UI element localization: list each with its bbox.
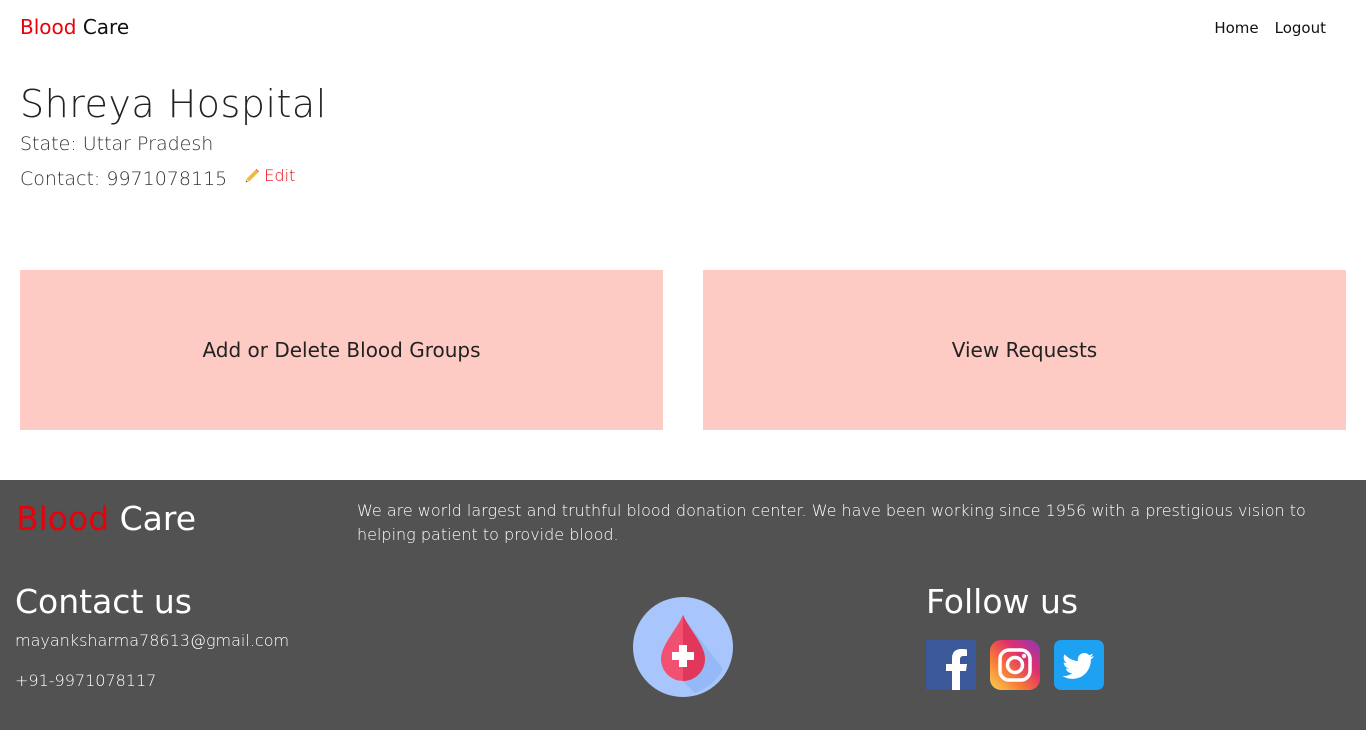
footer-brand-blood: Blood: [16, 499, 110, 538]
edit-link[interactable]: Edit: [243, 160, 295, 192]
edit-label: Edit: [264, 166, 296, 185]
footer-description: We are world largest and truthful blood …: [357, 501, 1306, 544]
contact-info-row: Contact: 9971078115 Edit: [20, 160, 327, 195]
nav-links: Home Logout: [1214, 19, 1326, 37]
hospital-profile: Shreya Hospital State: Uttar Pradesh Con…: [20, 80, 327, 195]
contact-email[interactable]: mayanksharma78613@gmail.com: [15, 631, 289, 650]
footer: Blood Care We are world largest and trut…: [0, 480, 1366, 730]
facebook-icon[interactable]: [926, 640, 976, 690]
footer-brand-care: Care: [119, 499, 197, 538]
contact-info: Contact: 9971078115: [20, 168, 228, 190]
nav-home-link[interactable]: Home: [1214, 19, 1258, 37]
card-label-requests: View Requests: [951, 338, 1098, 362]
instagram-icon[interactable]: [990, 640, 1040, 690]
brand-logo[interactable]: Blood Care: [20, 15, 129, 39]
brand-part-care: Care: [82, 15, 130, 39]
card-label-blood-groups: Add or Delete Blood Groups: [202, 338, 481, 362]
navbar: Blood Care Home Logout: [0, 0, 1366, 56]
contact-us-heading: Contact us: [15, 582, 192, 621]
state-info: State: Uttar Pradesh: [20, 133, 214, 155]
blood-drop-logo: [633, 597, 733, 697]
view-requests-card[interactable]: View Requests: [703, 270, 1346, 430]
brand-part-blood: Blood: [20, 15, 77, 39]
add-delete-blood-groups-card[interactable]: Add or Delete Blood Groups: [20, 270, 663, 430]
footer-brand: Blood Care: [16, 499, 196, 538]
pencil-icon: [245, 168, 260, 183]
twitter-icon[interactable]: [1054, 640, 1104, 690]
contact-phone: +91-9971078117: [15, 671, 157, 690]
nav-logout-link[interactable]: Logout: [1275, 19, 1326, 37]
page-title: Shreya Hospital: [20, 82, 327, 126]
follow-us-heading: Follow us: [926, 582, 1079, 621]
